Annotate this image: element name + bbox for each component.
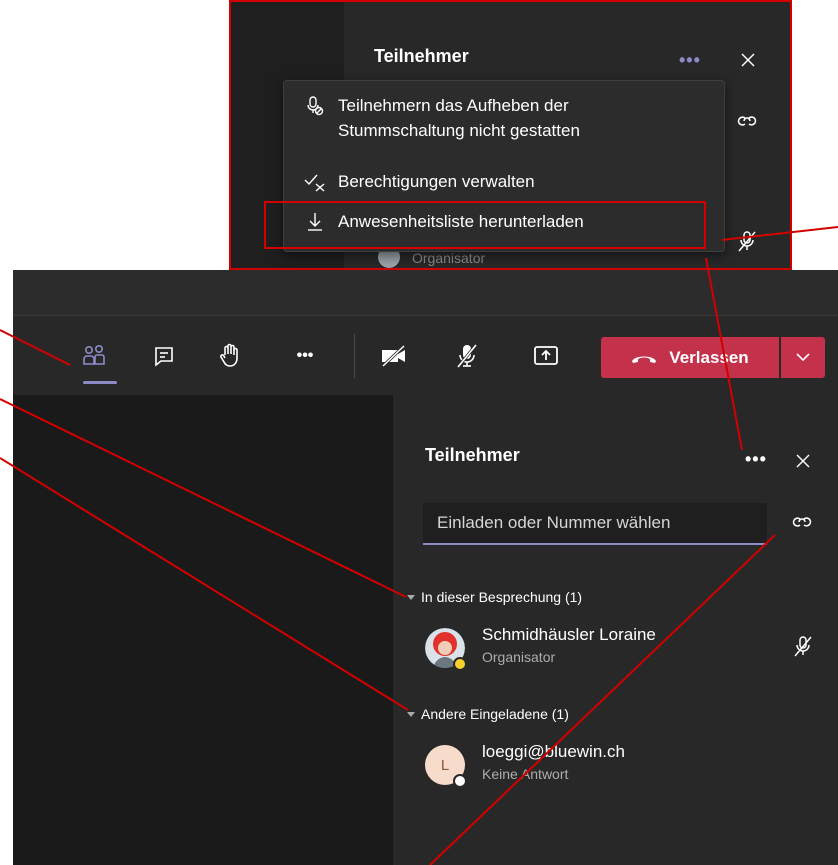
callout-mute-status: [737, 230, 757, 257]
screenshot-root: ••• Verlassen Teilnehmer ••• Einladen od…: [0, 0, 838, 865]
people-button[interactable]: [76, 338, 112, 374]
toolbar-divider: [354, 334, 355, 378]
participants-panel: Teilnehmer ••• In dieser Besprechung (1): [393, 395, 838, 865]
people-icon: [83, 344, 105, 365]
callout-role-text: Organisator: [412, 250, 486, 266]
invite-search-input[interactable]: [423, 503, 767, 545]
leave-button[interactable]: Verlassen: [601, 337, 779, 378]
permissions-icon: [304, 169, 326, 194]
share-link-button[interactable]: [791, 513, 813, 536]
more-actions-button[interactable]: •••: [283, 338, 327, 374]
collapse-triangle-icon: [407, 594, 415, 600]
camera-off-icon: [381, 344, 406, 368]
people-active-indicator: [83, 381, 117, 384]
title-strip: [13, 270, 838, 315]
callout-link-button[interactable]: [736, 112, 758, 135]
status-offline-badge: [453, 774, 467, 788]
share-screen-button[interactable]: [528, 338, 564, 374]
participant-name: Schmidhäusler Loraine: [482, 625, 656, 644]
collapse-triangle-icon: [407, 711, 415, 717]
panel-close-button[interactable]: [795, 453, 811, 474]
raise-hand-icon: [220, 343, 238, 367]
participant-role: Organisator: [482, 649, 556, 665]
teams-meeting-window: ••• Verlassen Teilnehmer ••• Einladen od…: [13, 270, 838, 865]
camera-toggle-button[interactable]: [376, 338, 412, 374]
mic-off-icon: [304, 93, 326, 118]
section-in-meeting-label: In dieser Besprechung (1): [421, 589, 583, 605]
invited-status: Keine Antwort: [482, 766, 569, 782]
raise-hand-button[interactable]: [212, 338, 248, 374]
close-icon: [796, 454, 810, 468]
meeting-stage: [13, 395, 393, 865]
callout-close-button[interactable]: [740, 52, 756, 73]
meeting-toolbar: ••• Verlassen: [13, 315, 838, 395]
mic-toggle-button[interactable]: [449, 338, 485, 374]
callout-panel-title: Teilnehmer: [374, 46, 469, 66]
mic-off-icon: [738, 231, 756, 252]
share-screen-icon: [534, 346, 558, 365]
panel-title: Teilnehmer: [425, 445, 520, 465]
section-other-invited-label: Andere Eingeladene (1): [421, 706, 569, 722]
link-icon: [792, 517, 812, 527]
menu-item-label-line2: Stummschaltung nicht gestatten: [338, 121, 580, 140]
chat-icon: [155, 347, 173, 367]
invited-name: loeggi@bluewin.ch: [482, 742, 625, 761]
close-icon: [741, 53, 755, 67]
mic-off-icon: [456, 344, 478, 368]
status-away-badge: [453, 657, 467, 671]
menu-item-manage-permissions[interactable]: Berechtigungen verwalten: [304, 169, 535, 194]
section-other-invited[interactable]: Andere Eingeladene (1): [407, 706, 569, 722]
link-icon: [737, 116, 757, 126]
panel-more-button[interactable]: •••: [745, 449, 767, 470]
menu-item-label: Berechtigungen verwalten: [338, 172, 535, 191]
avatar-initial: L: [440, 756, 450, 774]
mic-off-icon: [794, 636, 812, 657]
zoom-callout: Teilnehmer ••• Organisator Teilnehmern d…: [229, 0, 792, 270]
section-in-meeting[interactable]: In dieser Besprechung (1): [407, 589, 582, 605]
hang-up-icon: [632, 356, 657, 363]
menu-item-label-line1: Teilnehmern das Aufheben der: [338, 96, 569, 115]
menu-item-disable-unmute[interactable]: Teilnehmern das Aufheben der Stummschalt…: [304, 93, 580, 143]
callout-more-button[interactable]: •••: [679, 50, 701, 71]
leave-label: Verlassen: [669, 347, 749, 367]
chat-button[interactable]: [146, 338, 182, 374]
participant-row[interactable]: Schmidhäusler Loraine Organisator: [425, 625, 825, 675]
more-icon: •••: [296, 347, 314, 364]
invited-row[interactable]: L loeggi@bluewin.ch Keine Antwort: [425, 742, 825, 792]
participant-mute-status: [793, 635, 813, 662]
highlight-box: [264, 201, 706, 249]
chevron-down-icon: [796, 353, 810, 362]
leave-options-button[interactable]: [781, 337, 825, 378]
